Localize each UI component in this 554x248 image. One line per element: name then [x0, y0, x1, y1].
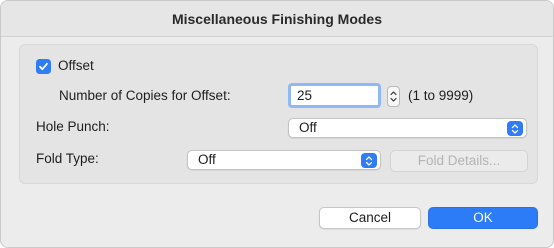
fold-type-label: Fold Type: [36, 151, 99, 166]
checkmark-icon [39, 62, 48, 71]
chevron-updown-icon [361, 153, 377, 168]
hole-punch-selected-value: Off [299, 120, 317, 135]
offset-checkbox[interactable] [36, 59, 51, 74]
finishing-modes-dialog: Miscellaneous Finishing Modes Offset Num… [0, 0, 554, 248]
cancel-button[interactable]: Cancel [319, 207, 421, 229]
hole-punch-label: Hole Punch: [36, 119, 110, 134]
copies-range-text: (1 to 9999) [408, 88, 474, 103]
copies-label: Number of Copies for Offset: [59, 88, 231, 103]
copies-stepper[interactable] [387, 86, 400, 107]
fold-type-select[interactable]: Off [187, 150, 381, 170]
chevron-updown-icon [507, 121, 523, 136]
fold-type-selected-value: Off [198, 152, 216, 167]
fold-details-button[interactable]: Fold Details... [390, 150, 528, 172]
dialog-title: Miscellaneous Finishing Modes [1, 1, 553, 37]
ok-button[interactable]: OK [428, 207, 538, 229]
hole-punch-select[interactable]: Off [288, 118, 527, 138]
stepper-arrows-icon [390, 91, 397, 102]
copies-input[interactable] [288, 83, 381, 108]
offset-checkbox-label[interactable]: Offset [58, 57, 94, 75]
